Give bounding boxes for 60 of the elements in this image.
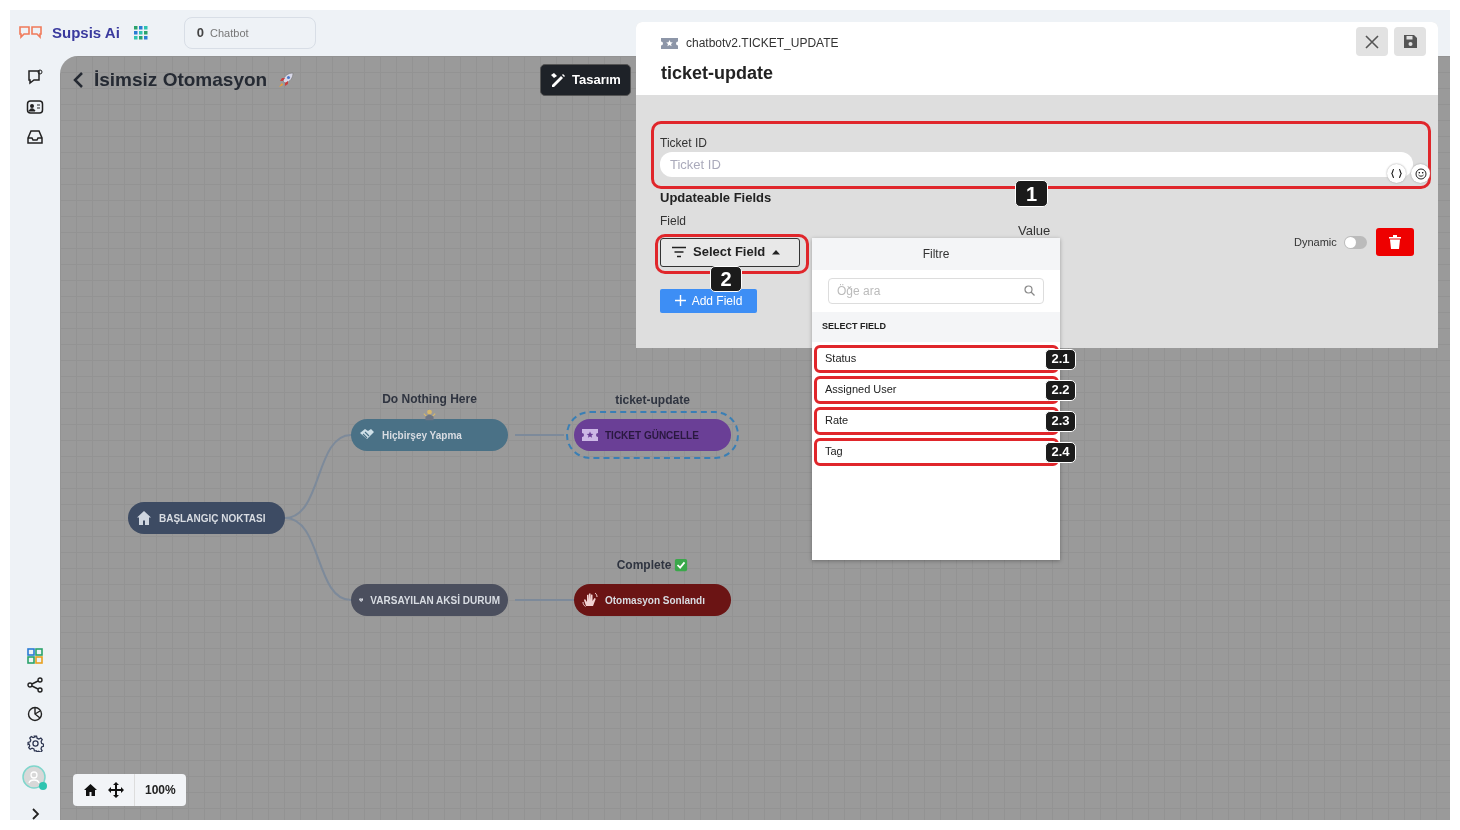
pie-chart-icon[interactable]: [27, 706, 43, 722]
magic-wand-icon: [550, 72, 566, 88]
rocket-icon: [277, 71, 296, 90]
search-icon: [1024, 285, 1035, 296]
check-box-icon: [674, 558, 689, 572]
contact-card-icon[interactable]: [26, 99, 44, 115]
field-label: Value: [1018, 222, 1051, 240]
shrug-icon: [423, 408, 436, 421]
design-button[interactable]: Tasarım: [540, 64, 631, 96]
ticket-id-field[interactable]: Ticket ID: [660, 152, 1413, 177]
ticket-icon: [661, 36, 678, 50]
dropdown-header: Filtre: [812, 238, 1060, 270]
step-number-badge: 2.3: [1045, 410, 1076, 432]
ticket-icon: [582, 427, 598, 443]
inbox-icon[interactable]: [26, 128, 44, 146]
field-label: Field: [660, 212, 686, 230]
apps-grid-icon[interactable]: [133, 26, 148, 40]
dynamic-label: Dynamic: [1294, 234, 1337, 250]
close-icon: [1365, 34, 1379, 49]
dynamic-toggle[interactable]: [1343, 235, 1367, 249]
flow-node[interactable]: Hiçbirşey Yapma: [351, 419, 508, 451]
home-icon[interactable]: [83, 783, 98, 797]
close-button[interactable]: [1356, 27, 1388, 56]
step-number-badge: 2.1: [1045, 348, 1076, 370]
save-button[interactable]: [1394, 27, 1426, 56]
caret-icon: [771, 249, 782, 255]
back-chevron-icon[interactable]: [72, 71, 84, 90]
zoom-level: 100%: [144, 782, 177, 799]
home-icon: [136, 510, 152, 526]
chat-bubble-icon[interactable]: [26, 68, 44, 86]
step-number-badge: 2: [710, 266, 742, 292]
share-icon[interactable]: [27, 677, 43, 693]
logo-icon: [18, 24, 44, 42]
panel-title: ticket-update: [661, 62, 775, 85]
waving-hand-icon: [582, 592, 598, 608]
trash-icon: [1388, 235, 1401, 249]
field-label: Ticket ID: [660, 135, 708, 152]
expand-chevron-icon[interactable]: [30, 808, 40, 820]
group-heading: SELECT FIELD: [812, 312, 1060, 342]
node-caption: Complete: [616, 557, 672, 574]
move-icon[interactable]: [108, 782, 124, 798]
chatbot-selector[interactable]: 0 Chatbot: [183, 17, 316, 49]
section-heading: Updateable Fields: [660, 189, 772, 207]
flow-node[interactable]: BAŞLANGIÇ NOKTASI: [128, 502, 285, 534]
node-type: chatbotv2.TICKET_UPDATE: [686, 35, 839, 52]
node-caption: Do Nothing Here: [382, 391, 477, 408]
brand-name[interactable]: Supsis Ai: [52, 21, 120, 45]
emoji-icon[interactable]: [1411, 164, 1430, 183]
search-field[interactable]: Öğe ara: [828, 278, 1044, 304]
flow-node[interactable]: Otomasyon Sonlandı: [574, 584, 731, 616]
filter-icon: [671, 246, 687, 258]
node-caption: ticket-update: [615, 392, 690, 409]
automation-title: İsimsiz Otomasyon: [94, 68, 268, 92]
delete-button[interactable]: [1375, 228, 1414, 256]
select-field-button[interactable]: Select Field: [660, 237, 800, 267]
flow-node[interactable]: VARSAYILAN AKSİ DURUM: [351, 584, 508, 616]
dashboard-icon[interactable]: [27, 648, 43, 664]
plus-icon: [674, 295, 686, 306]
step-number-badge: 1: [1015, 180, 1048, 207]
settings-icon[interactable]: [26, 735, 44, 752]
